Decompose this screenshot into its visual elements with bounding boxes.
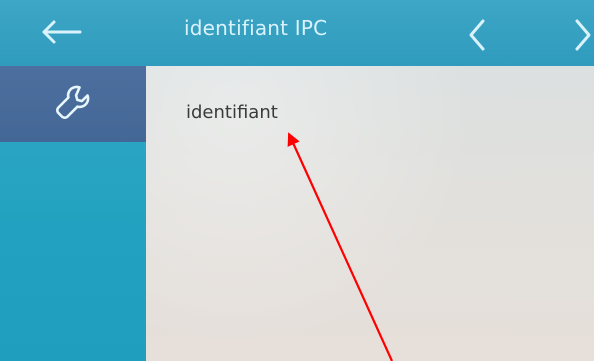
previous-button[interactable] <box>454 14 500 60</box>
arrow-left-icon <box>38 19 82 49</box>
back-button[interactable] <box>30 14 90 54</box>
wrench-icon <box>53 82 93 126</box>
device-screen: identifiant IPC identifiant <box>0 0 594 361</box>
next-button[interactable] <box>560 14 594 60</box>
identifiant-label: identifiant <box>186 102 278 123</box>
chevron-right-icon <box>569 17 594 57</box>
top-bar: identifiant IPC <box>0 0 594 66</box>
chevron-left-icon <box>463 17 491 57</box>
sidebar-item-settings[interactable] <box>0 66 146 142</box>
content-panel: identifiant <box>146 66 594 361</box>
page-title: identifiant IPC <box>184 16 328 40</box>
sidebar <box>0 66 146 361</box>
